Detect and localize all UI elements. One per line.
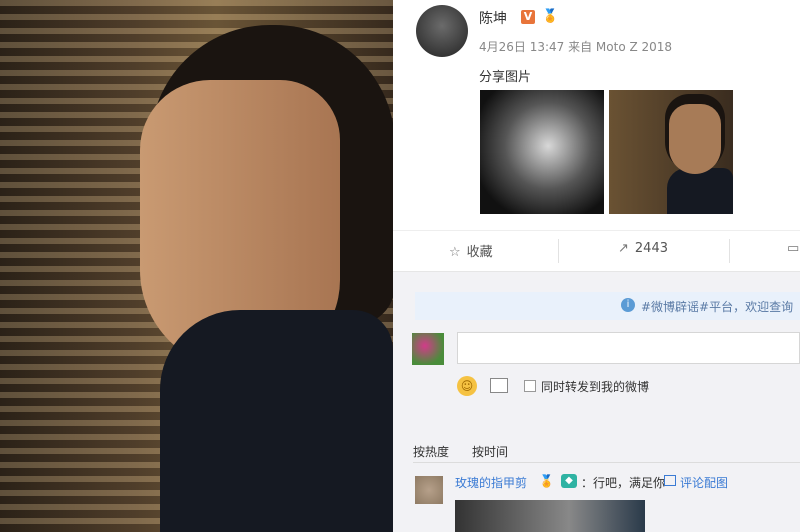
comment-image-preview[interactable]: [455, 500, 645, 532]
weibo-panel: 陈坤 V 🏅 4月26日 13:47 来自 Moto Z 2018 分享图片 ☆…: [393, 0, 800, 532]
repost-icon: ↗: [618, 241, 629, 256]
medal-icon: 🏅: [539, 474, 554, 488]
comment-input[interactable]: [457, 332, 800, 364]
comment-picture-link[interactable]: 评论配图: [680, 474, 728, 491]
tab-hot[interactable]: 按热度: [413, 443, 449, 460]
star-icon: ☆: [449, 245, 461, 260]
photo-shirt: [160, 310, 393, 532]
post-text: 分享图片: [479, 70, 532, 85]
vip-icon: ◆: [561, 474, 577, 488]
tab-time[interactable]: 按时间: [472, 443, 508, 460]
post-meta: 4月26日 13:47 来自 Moto Z 2018: [479, 40, 673, 54]
portrait-shirt: [667, 168, 733, 214]
commenter-avatar[interactable]: [415, 476, 443, 504]
medal-icon: 🏅: [542, 9, 559, 24]
hero-photo: [0, 0, 393, 532]
tab-divider: [413, 462, 800, 463]
image-upload-icon[interactable]: [490, 378, 508, 393]
comment-icon: ▭: [787, 241, 800, 256]
notice-text: #微博辟谣#平台，欢迎查询: [641, 300, 794, 314]
emoji-icon[interactable]: ☺: [457, 376, 477, 396]
picture-icon: [664, 475, 676, 486]
divider: [558, 239, 559, 263]
verified-badge-icon: V: [521, 10, 535, 24]
repost-checkbox-label: 同时转发到我的微博: [541, 380, 650, 394]
favorite-button[interactable]: ☆ 收藏: [449, 241, 493, 260]
repost-count: 2443: [634, 241, 668, 256]
info-icon: i: [621, 298, 635, 312]
notice-bar[interactable]: i #微博辟谣#平台，欢迎查询: [415, 292, 800, 320]
divider: [729, 239, 730, 263]
comment-text: ：行吧，满足你: [581, 476, 666, 490]
current-user-avatar: [412, 333, 444, 365]
author-name[interactable]: 陈坤: [479, 8, 507, 28]
repost-checkbox[interactable]: [524, 380, 536, 392]
commenter-name[interactable]: 玫瑰的指甲剪: [455, 474, 527, 491]
repost-button[interactable]: ↗ 2443: [618, 241, 668, 256]
author-avatar[interactable]: [416, 5, 468, 57]
post-image-portrait[interactable]: [609, 90, 733, 214]
action-bar: ☆ 收藏 ↗ 2443 ▭: [393, 230, 800, 272]
comment-button[interactable]: ▭: [787, 241, 800, 256]
post-image-lion[interactable]: [480, 90, 604, 214]
favorite-label: 收藏: [466, 245, 493, 260]
